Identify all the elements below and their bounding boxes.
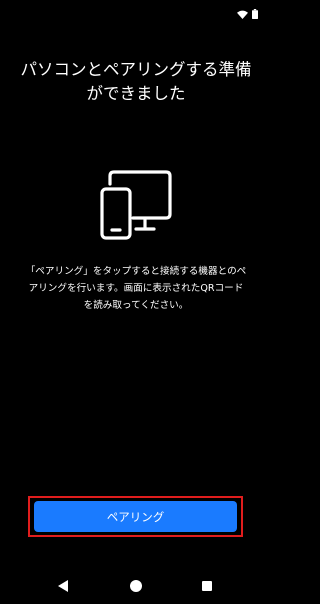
recents-icon[interactable] bbox=[202, 581, 212, 591]
pairing-button[interactable]: ペアリング bbox=[34, 501, 237, 532]
status-icons bbox=[237, 9, 258, 19]
page-title: パソコンとペアリングする準備ができました bbox=[20, 60, 252, 103]
status-bar bbox=[0, 0, 272, 28]
instruction-text: 「ペアリング」をタップすると接続する機器とのペアリングを行います。画面に表示され… bbox=[25, 266, 247, 311]
home-icon[interactable] bbox=[130, 580, 142, 592]
phone-and-monitor-icon bbox=[100, 170, 172, 240]
back-icon[interactable] bbox=[58, 580, 68, 592]
wifi-icon bbox=[237, 10, 248, 19]
battery-icon bbox=[252, 9, 258, 19]
navigation-bar bbox=[0, 568, 272, 604]
